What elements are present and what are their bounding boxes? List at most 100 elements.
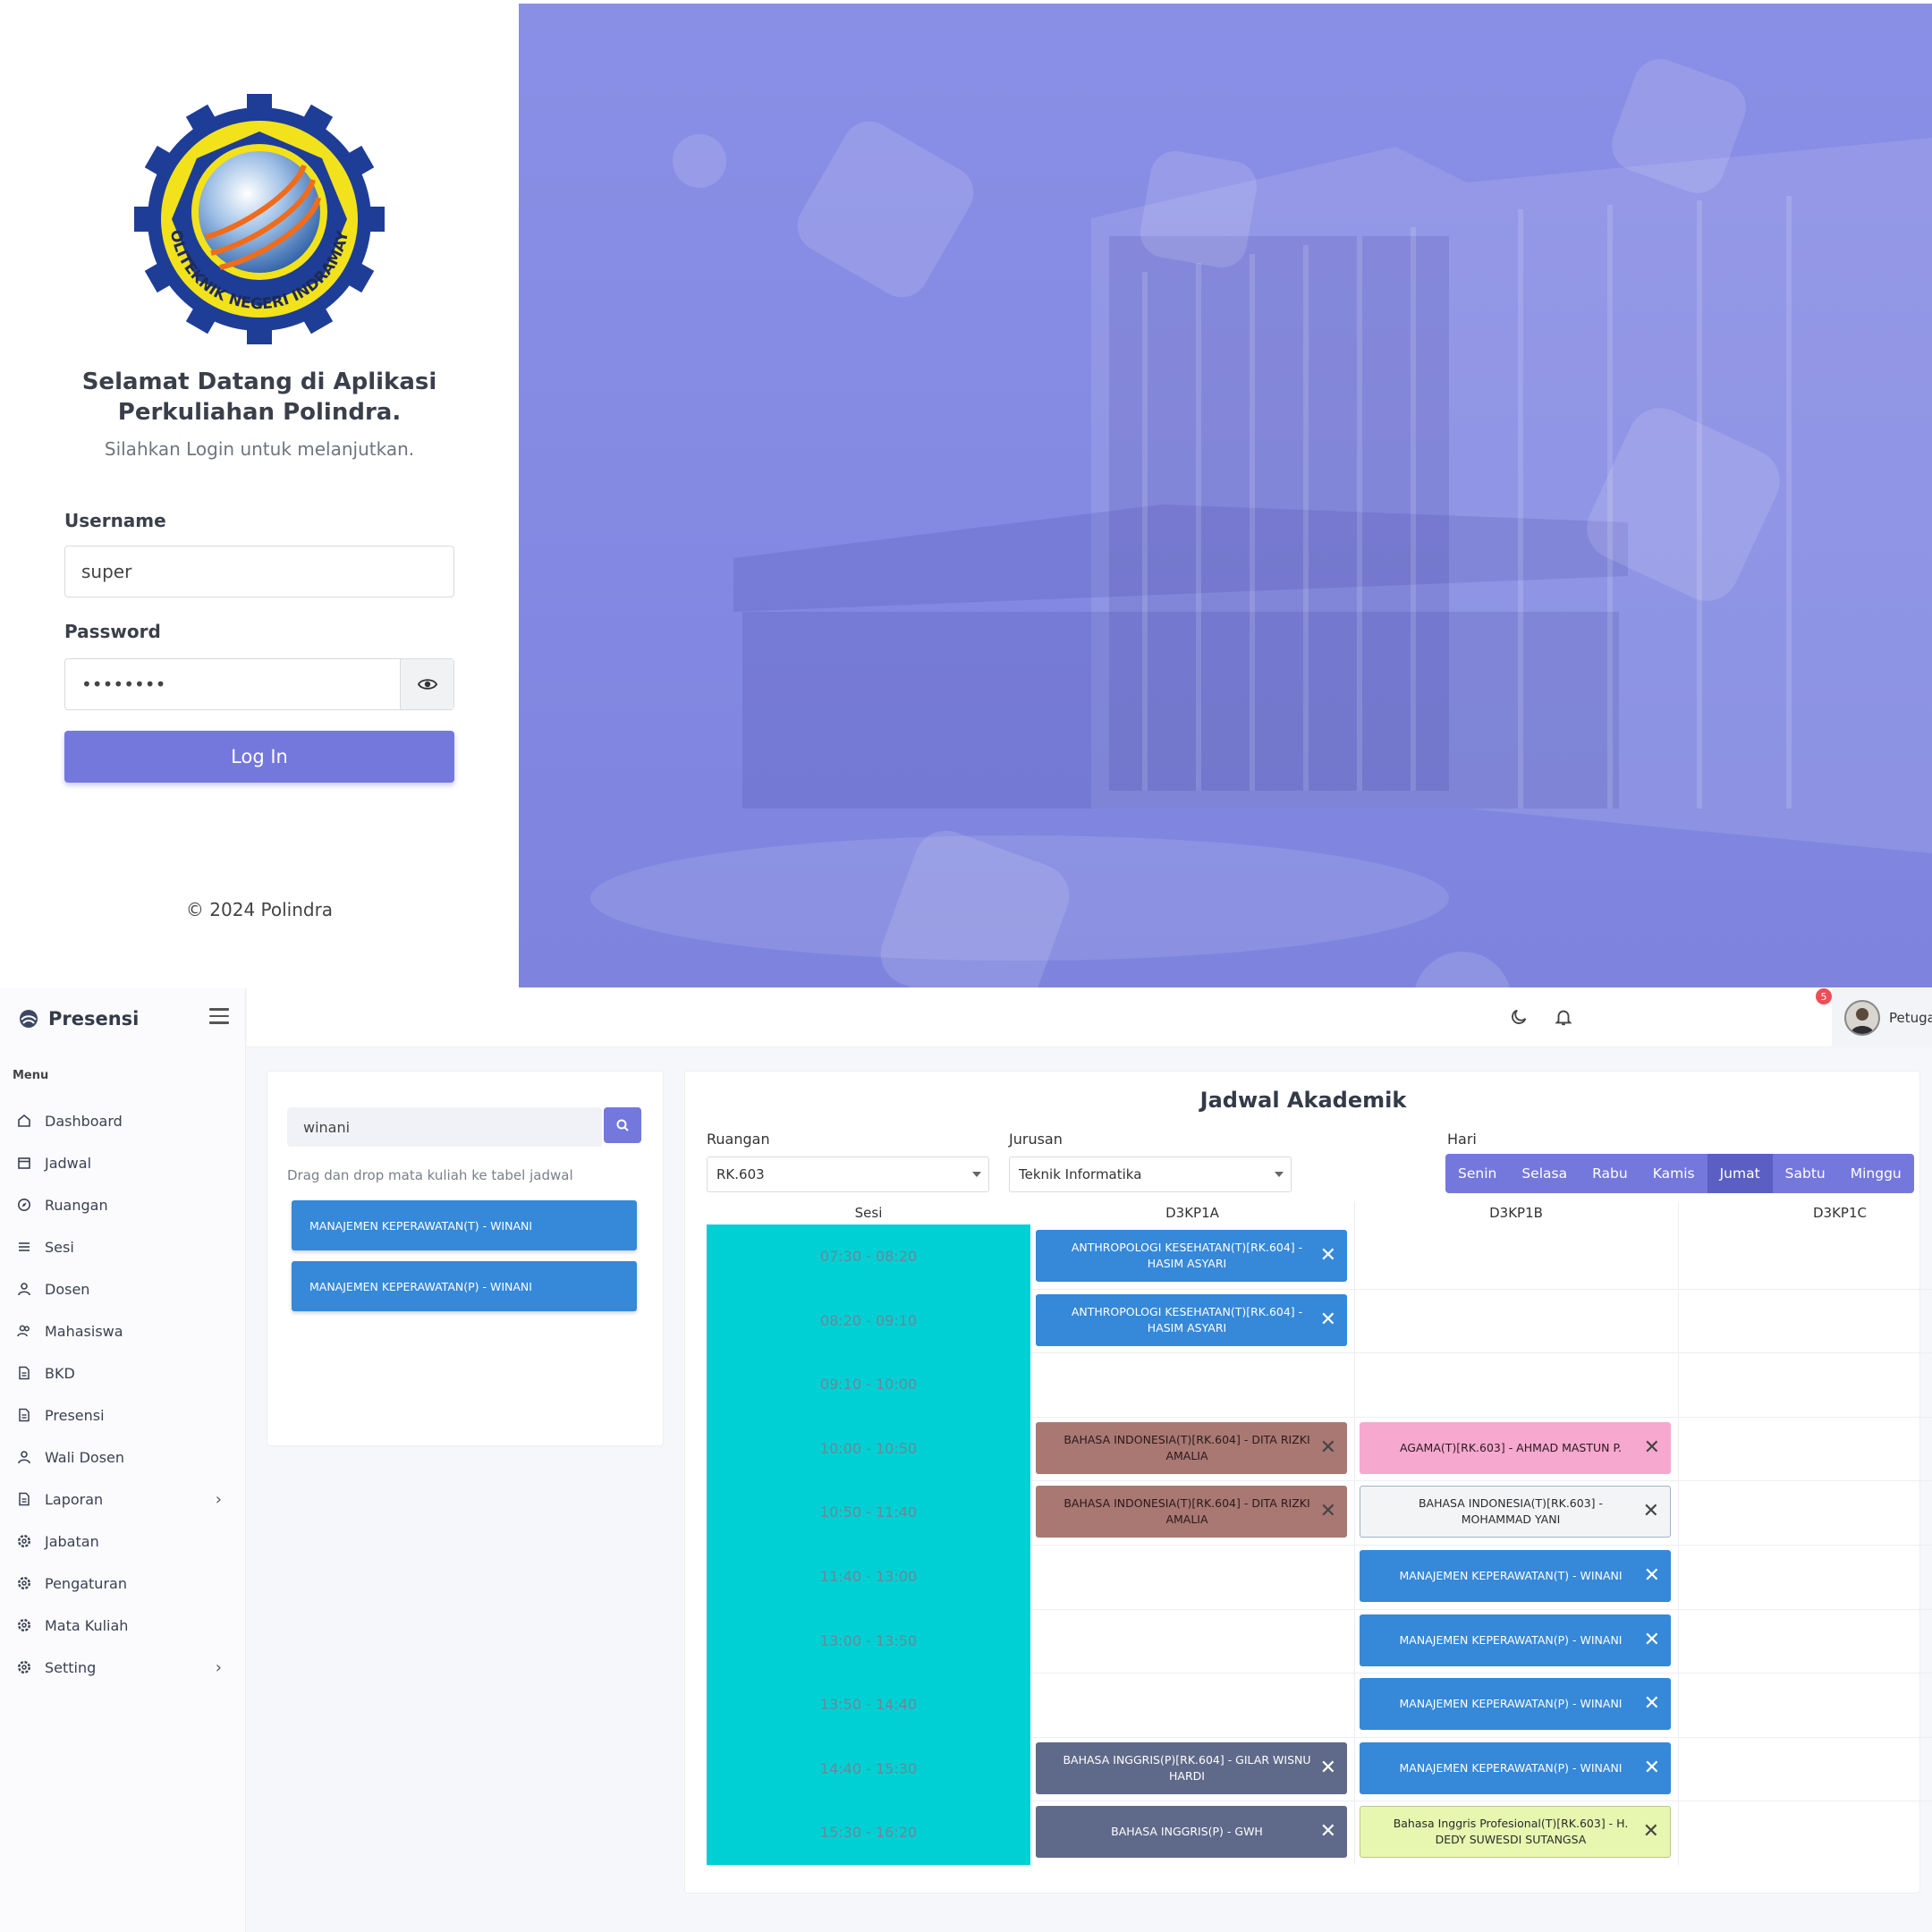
column-header-sesi: Sesi — [854, 1205, 883, 1221]
schedule-entry[interactable]: BAHASA INGGRIS(P)[RK.604] - GILAR WISNU … — [1036, 1741, 1347, 1794]
gear-icon — [16, 1617, 32, 1633]
login-subtitle: Silahkan Login untuk melanjutkan. — [104, 438, 415, 460]
sidebar-item-ruangan[interactable]: Ruangan — [16, 1191, 231, 1218]
sidebar-item-label: Dosen — [45, 1280, 90, 1298]
dark-mode-toggle-icon[interactable] — [1506, 1004, 1531, 1030]
sidebar-item-mahasiswa[interactable]: Mahasiswa — [16, 1318, 231, 1344]
sidebar-item-dosen[interactable]: Dosen — [16, 1275, 231, 1302]
schedule-entry[interactable]: MANAJEMEN KEPERAWATAN(P) - WINANI ✕ — [1360, 1614, 1671, 1666]
schedule-entry[interactable]: BAHASA INGGRIS(P) - GWH ✕ — [1036, 1806, 1347, 1859]
schedule-entry-text: BAHASA INDONESIA(T)[RK.604] - DITA RIZKI… — [1063, 1496, 1310, 1527]
day-button-kamis[interactable]: Kamis — [1640, 1154, 1707, 1193]
schedule-entry-text: BAHASA INDONESIA(T)[RK.604] - DITA RIZKI… — [1063, 1432, 1310, 1462]
compass-icon — [16, 1197, 32, 1213]
session-time-label: 13:50 - 14:40 — [819, 1696, 918, 1714]
menu-toggle-icon[interactable] — [209, 1008, 229, 1024]
remove-entry-icon[interactable]: ✕ — [1320, 1246, 1336, 1266]
jurusan-select[interactable]: Teknik Informatika — [1009, 1157, 1292, 1192]
brand-name: Presensi — [48, 1008, 140, 1030]
schedule-entry[interactable]: BAHASA INDONESIA(T)[RK.604] - DITA RIZKI… — [1036, 1486, 1347, 1538]
schedule-entry-text: ANTHROPOLOGI KESEHATAN(T)[RK.604] - HASI… — [1071, 1241, 1303, 1270]
session-time-label: 15:30 - 16:20 — [819, 1824, 918, 1842]
ruangan-select[interactable]: RK.603 — [707, 1157, 989, 1192]
password-input[interactable]: •••••••• — [64, 658, 454, 710]
draggable-course-item[interactable]: MANAJEMEN KEPERAWATAN(T) - WINANI — [292, 1200, 637, 1250]
course-search-input[interactable]: winani — [287, 1107, 602, 1147]
user-menu[interactable]: Petugas Administrator dan Basis Data — [1832, 988, 1932, 1047]
brand[interactable]: Presensi — [18, 1003, 139, 1035]
schedule-entry[interactable]: BAHASA INDONESIA(T)[RK.604] - DITA RIZKI… — [1036, 1421, 1347, 1474]
sidebar-item-jabatan[interactable]: Jabatan — [16, 1528, 231, 1555]
hero-building-image — [519, 4, 1932, 987]
schedule-entry[interactable]: MANAJEMEN KEPERAWATAN(P) - WINANI ✕ — [1360, 1678, 1671, 1731]
schedule-entry[interactable]: BAHASA INDONESIA(T)[RK.603] - MOHAMMAD Y… — [1360, 1486, 1671, 1538]
sidebar-item-laporan[interactable]: Laporan › — [16, 1486, 231, 1513]
schedule-entry[interactable]: ANTHROPOLOGI KESEHATAN(T)[RK.604] - HASI… — [1036, 1293, 1347, 1346]
remove-entry-icon[interactable]: ✕ — [1320, 1502, 1336, 1521]
sidebar-item-label: Mata Kuliah — [45, 1616, 129, 1634]
list-icon — [16, 1239, 32, 1255]
remove-entry-icon[interactable]: ✕ — [1644, 1437, 1660, 1458]
welcome-title-line1: Selamat Datang di Aplikasi — [81, 369, 437, 395]
show-password-icon[interactable] — [400, 659, 453, 709]
sidebar-item-sesi[interactable]: Sesi — [16, 1233, 231, 1260]
remove-entry-icon[interactable]: ✕ — [1643, 1822, 1659, 1842]
remove-entry-icon[interactable]: ✕ — [1644, 1630, 1660, 1650]
day-button-jumat[interactable]: Jumat — [1707, 1154, 1773, 1193]
notification-bell-icon[interactable] — [1551, 1004, 1576, 1030]
sidebar-item-wali-dosen[interactable]: Wali Dosen — [16, 1444, 231, 1470]
sidebar-item-mata-kuliah[interactable]: Mata Kuliah — [16, 1612, 231, 1639]
session-time-label: 10:50 - 11:40 — [819, 1504, 918, 1521]
draggable-course-item[interactable]: MANAJEMEN KEPERAWATAN(P) - WINANI — [292, 1261, 637, 1311]
sidebar-item-label: Jabatan — [45, 1532, 99, 1550]
sidebar-item-dashboard[interactable]: Dashboard — [16, 1107, 231, 1134]
sidebar-item-setting[interactable]: Setting › — [16, 1654, 231, 1681]
notification-badge: 5 — [1816, 988, 1832, 1004]
day-button-senin[interactable]: Senin — [1445, 1154, 1509, 1193]
day-button-minggu[interactable]: Minggu — [1838, 1154, 1914, 1193]
session-time-label: 14:40 - 15:30 — [819, 1759, 918, 1777]
remove-entry-icon[interactable]: ✕ — [1644, 1758, 1660, 1778]
sidebar: Presensi Menu Dashboard Jadwal Ruangan S… — [0, 988, 246, 1932]
sidebar-item-label: Dashboard — [45, 1112, 123, 1130]
login-button[interactable]: Log In — [64, 731, 454, 783]
sidebar-item-jadwal[interactable]: Jadwal — [16, 1149, 231, 1176]
schedule-entry[interactable]: ANTHROPOLOGI KESEHATAN(T)[RK.604] - HASI… — [1036, 1230, 1347, 1282]
column-header-d3kp1c: D3KP1C — [1813, 1205, 1867, 1221]
course-search-card: winani Drag dan drop mata kuliah ke tabe… — [267, 1071, 664, 1446]
remove-entry-icon[interactable]: ✕ — [1320, 1822, 1336, 1842]
remove-entry-icon[interactable]: ✕ — [1320, 1309, 1336, 1330]
avatar — [1844, 1000, 1880, 1036]
gear-icon — [16, 1575, 32, 1591]
schedule-entry-text: Bahasa Inggris Profesional(T)[RK.603] - … — [1393, 1817, 1629, 1847]
remove-entry-icon[interactable]: ✕ — [1643, 1502, 1659, 1521]
sidebar-item-label: Sesi — [45, 1238, 74, 1256]
sidebar-item-pengaturan[interactable]: Pengaturan — [16, 1570, 231, 1597]
remove-entry-icon[interactable]: ✕ — [1644, 1566, 1660, 1586]
schedule-entry[interactable]: Bahasa Inggris Profesional(T)[RK.603] - … — [1360, 1806, 1671, 1859]
polindra-logo: POLITEKNIK NEGERI INDRAMAYU — [128, 80, 385, 344]
schedule-entry[interactable]: MANAJEMEN KEPERAWATAN(T) - WINANI ✕ — [1360, 1550, 1671, 1602]
remove-entry-icon[interactable]: ✕ — [1320, 1758, 1336, 1778]
day-button-selasa[interactable]: Selasa — [1509, 1154, 1580, 1193]
session-time-label: 10:00 - 10:50 — [819, 1439, 918, 1457]
day-button-rabu[interactable]: Rabu — [1580, 1154, 1640, 1193]
user-icon — [16, 1449, 32, 1465]
schedule-title: Jadwal Akademik — [1199, 1088, 1407, 1113]
username-input[interactable]: super — [64, 546, 454, 597]
schedule-entry[interactable]: AGAMA(T)[RK.603] - AHMAD MASTUN P. ✕ — [1360, 1421, 1671, 1474]
user-icon — [16, 1281, 32, 1297]
gear-icon — [16, 1533, 32, 1549]
schedule-entry-text: MANAJEMEN KEPERAWATAN(T) - WINANI — [1399, 1569, 1623, 1582]
sidebar-item-label: Mahasiswa — [45, 1322, 123, 1340]
login-screen: POLITEKNIK NEGERI INDRAMAYU Selamat Data… — [0, 0, 1932, 988]
sidebar-item-bkd[interactable]: BKD — [16, 1360, 231, 1386]
schedule-entry-text: AGAMA(T)[RK.603] - AHMAD MASTUN P. — [1399, 1440, 1623, 1454]
remove-entry-icon[interactable]: ✕ — [1644, 1694, 1660, 1714]
search-button[interactable] — [604, 1107, 641, 1143]
sidebar-item-presensi[interactable]: Presensi — [16, 1402, 231, 1428]
login-panel: POLITEKNIK NEGERI INDRAMAYU Selamat Data… — [0, 0, 519, 988]
day-button-sabtu[interactable]: Sabtu — [1773, 1154, 1838, 1193]
remove-entry-icon[interactable]: ✕ — [1320, 1437, 1336, 1458]
schedule-entry[interactable]: MANAJEMEN KEPERAWATAN(P) - WINANI ✕ — [1360, 1741, 1671, 1794]
